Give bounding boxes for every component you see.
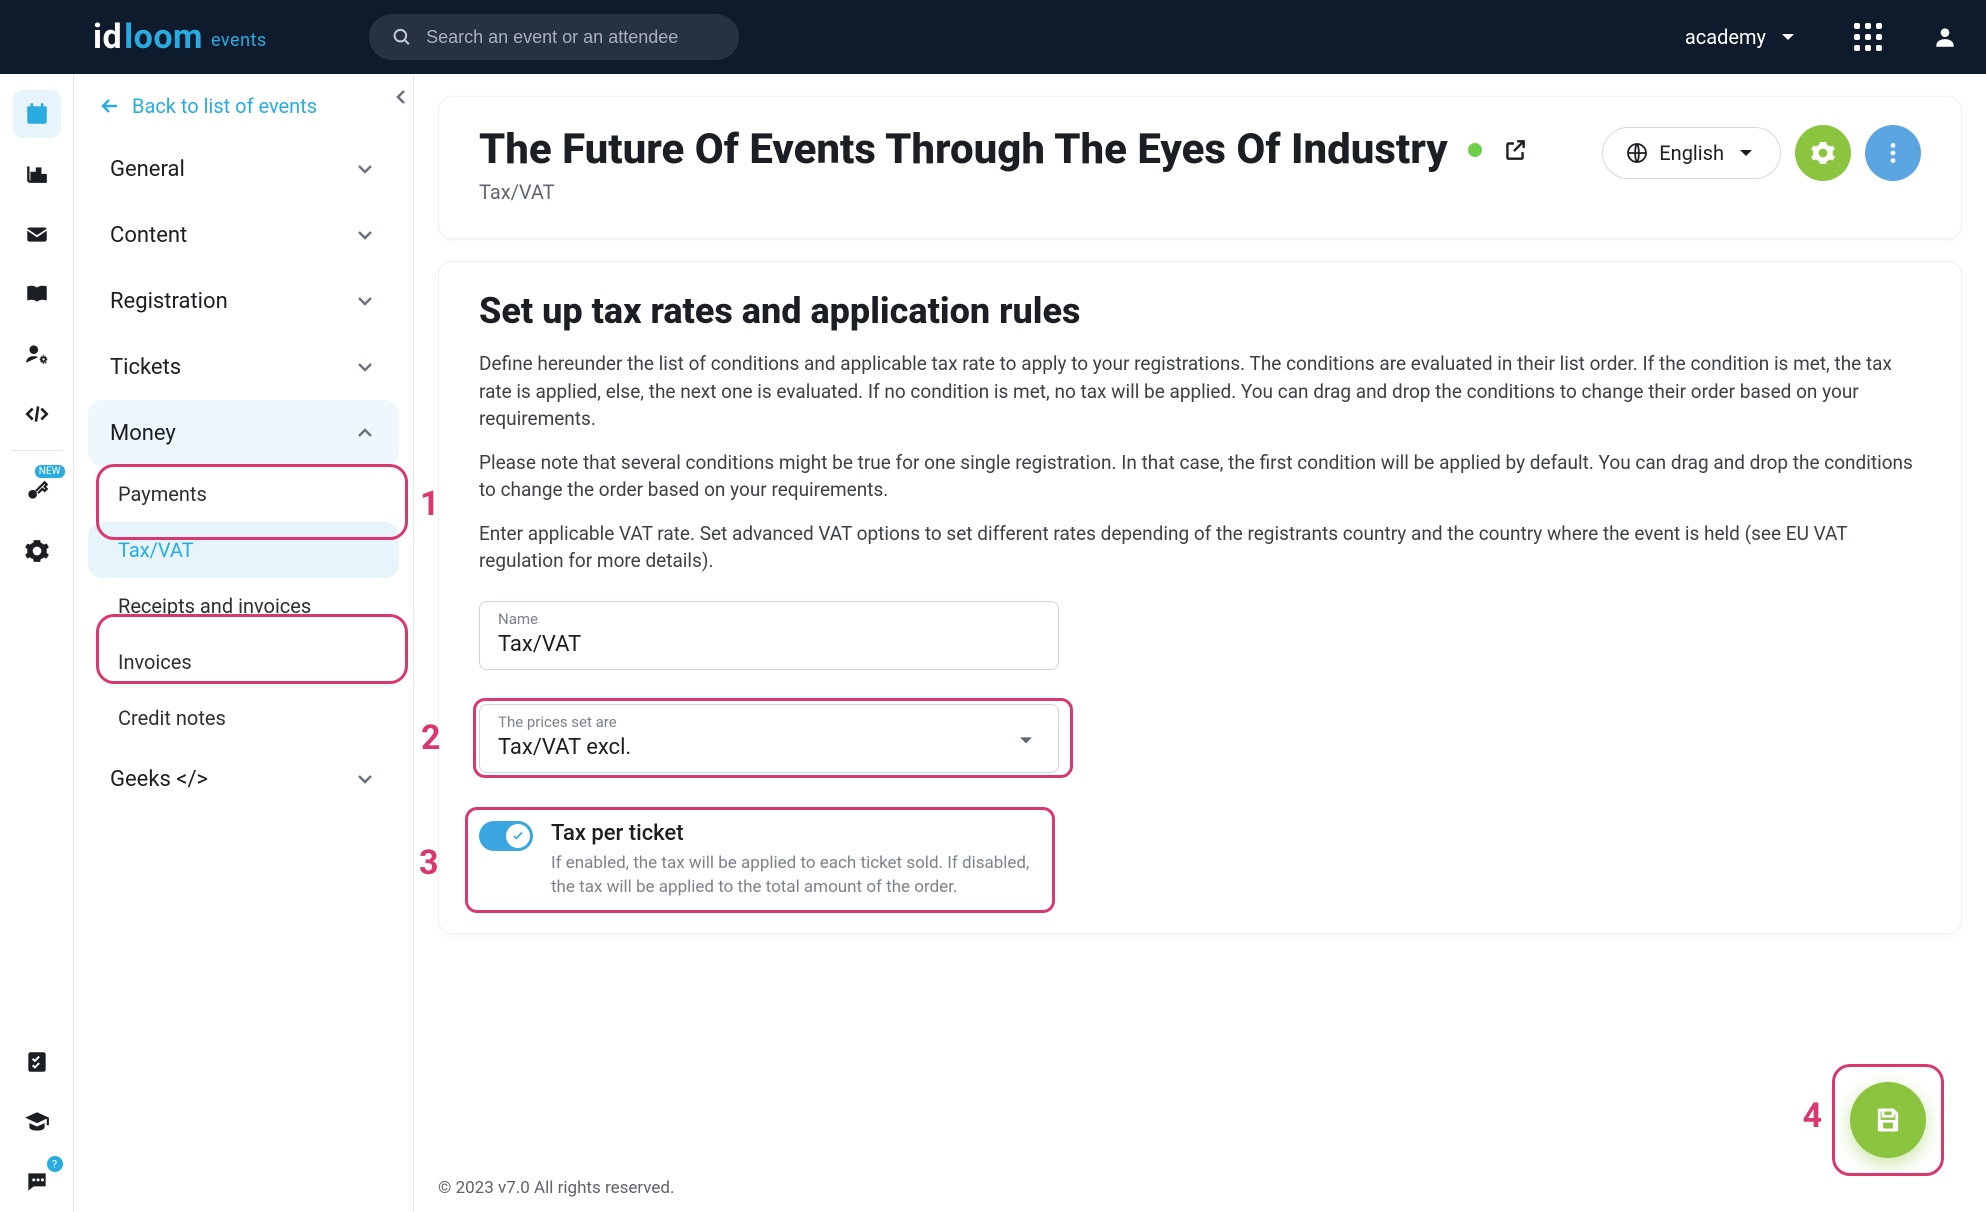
rail-usersettings-icon[interactable] — [13, 330, 61, 378]
sidebar: Back to list of events General Content R… — [74, 74, 414, 1212]
chevron-down-icon — [353, 767, 377, 791]
tax-content-card: Set up tax rates and application rules D… — [438, 261, 1962, 934]
rail-chart-icon[interactable] — [13, 150, 61, 198]
arrow-left-icon — [98, 94, 122, 118]
brand-events: events — [211, 30, 267, 51]
rail-gear-icon[interactable] — [13, 527, 61, 575]
more-vertical-icon — [1880, 140, 1906, 166]
field-value: Tax/VAT excl. — [498, 735, 1040, 760]
gear-icon — [1810, 140, 1836, 166]
section-title: Set up tax rates and application rules — [479, 290, 1921, 332]
chevron-down-icon — [353, 157, 377, 181]
annotation-number-4: 4 — [1802, 1096, 1822, 1136]
apps-grid-icon[interactable] — [1854, 23, 1882, 51]
event-title: The Future Of Events Through The Eyes Of… — [479, 125, 1528, 174]
nav-content[interactable]: Content — [88, 202, 399, 268]
description-paragraph: Please note that several conditions migh… — [479, 449, 1921, 504]
check-icon — [511, 829, 525, 843]
external-link-icon[interactable] — [1502, 137, 1528, 163]
nav-invoices[interactable]: Invoices — [88, 634, 399, 690]
nav-taxvat[interactable]: Tax/VAT — [88, 522, 399, 578]
back-to-events-link[interactable]: Back to list of events — [88, 86, 399, 136]
tax-per-ticket-toggle[interactable] — [479, 821, 533, 851]
nav-registration[interactable]: Registration — [88, 268, 399, 334]
description-paragraph: Define hereunder the list of conditions … — [479, 350, 1921, 433]
language-selector[interactable]: English — [1602, 127, 1781, 179]
page-footer: © 2023 v7.0 All rights reserved. — [438, 1178, 675, 1198]
back-link-label: Back to list of events — [132, 94, 317, 118]
tax-per-ticket-toggle-row: Tax per ticket If enabled, the tax will … — [479, 821, 1039, 900]
annotation-number-2: 2 — [421, 718, 441, 758]
settings-button[interactable] — [1795, 125, 1851, 181]
brand-loom: loom — [124, 17, 203, 57]
rail-key-icon[interactable]: NEW — [13, 467, 61, 515]
globe-icon — [1625, 141, 1649, 165]
chevron-down-icon — [353, 223, 377, 247]
icon-rail: NEW ? — [0, 74, 74, 1212]
caret-down-icon — [1014, 729, 1038, 753]
more-button[interactable] — [1865, 125, 1921, 181]
name-field[interactable]: Name Tax/VAT — [479, 601, 1059, 670]
account-label: academy — [1685, 25, 1766, 49]
rail-calendar-icon[interactable] — [13, 90, 61, 138]
prices-select[interactable]: The prices set are Tax/VAT excl. — [479, 704, 1059, 773]
main-area: The Future Of Events Through The Eyes Of… — [414, 74, 1986, 1212]
global-search[interactable] — [369, 14, 739, 60]
collapse-sidebar-icon[interactable] — [389, 84, 414, 110]
search-input[interactable] — [426, 27, 717, 48]
help-badge: ? — [47, 1156, 63, 1172]
nav-receipts[interactable]: Receipts and invoices — [88, 578, 399, 634]
chevron-down-icon — [353, 289, 377, 313]
topbar: idloom events academy — [0, 0, 1986, 74]
chevron-up-icon — [353, 421, 377, 445]
profile-icon[interactable] — [1932, 24, 1958, 50]
rail-chat-icon[interactable]: ? — [13, 1158, 61, 1206]
field-label: Name — [498, 610, 1040, 628]
nav-general[interactable]: General — [88, 136, 399, 202]
annotation-number-1: 1 — [420, 484, 440, 524]
rail-graduation-icon[interactable] — [13, 1098, 61, 1146]
search-icon — [391, 25, 412, 49]
event-header-card: The Future Of Events Through The Eyes Of… — [438, 96, 1962, 239]
status-dot-icon — [1468, 143, 1482, 157]
toggle-knob — [506, 824, 530, 848]
save-fab[interactable] — [1850, 1082, 1926, 1158]
field-label: The prices set are — [498, 713, 1040, 731]
nav-creditnotes[interactable]: Credit notes — [88, 690, 399, 746]
nav-geeks[interactable]: Geeks </> — [88, 746, 399, 812]
account-menu[interactable]: academy — [1685, 25, 1800, 49]
description-paragraph: Enter applicable VAT rate. Set advanced … — [479, 520, 1921, 575]
caret-down-icon — [1734, 141, 1758, 165]
breadcrumb: Tax/VAT — [479, 180, 1528, 204]
nav-money[interactable]: Money — [88, 400, 399, 466]
brand-logo[interactable]: idloom events — [93, 17, 267, 57]
rail-checklist-icon[interactable] — [13, 1038, 61, 1086]
nav-tickets[interactable]: Tickets — [88, 334, 399, 400]
brand-id: id — [93, 17, 122, 57]
chevron-down-icon — [353, 355, 377, 379]
caret-down-icon — [1776, 25, 1800, 49]
rail-code-icon[interactable] — [13, 390, 61, 438]
field-value: Tax/VAT — [498, 632, 1040, 657]
nav-payments[interactable]: Payments — [88, 466, 399, 522]
toggle-description: If enabled, the tax will be applied to e… — [551, 852, 1039, 900]
rail-book-icon[interactable] — [13, 270, 61, 318]
new-badge: NEW — [35, 465, 65, 478]
annotation-number-3: 3 — [419, 843, 439, 883]
rail-mail-icon[interactable] — [13, 210, 61, 258]
save-icon — [1873, 1105, 1903, 1135]
toggle-title: Tax per ticket — [551, 821, 1039, 846]
